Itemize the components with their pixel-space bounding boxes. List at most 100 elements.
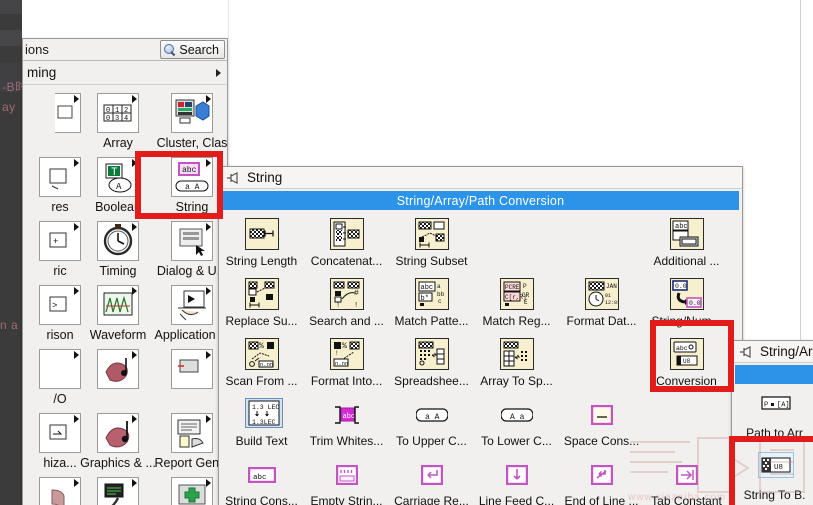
functions-palette-item[interactable]: VI Analyzer <box>81 475 155 505</box>
timing-clock-icon[interactable] <box>97 221 139 261</box>
additional-string-functions-icon[interactable]: abc <box>669 218 704 250</box>
triangle-right-icon[interactable] <box>132 159 137 167</box>
triangle-right-icon[interactable] <box>132 351 137 359</box>
string-constant-icon[interactable]: abc <box>245 462 279 488</box>
structures-icon[interactable] <box>39 157 81 197</box>
string-palette-item[interactable]: String Length <box>219 214 304 274</box>
triangle-right-icon[interactable] <box>206 351 211 359</box>
string-palette-item[interactable]: Tab Constant <box>644 454 729 505</box>
functions-palette-window[interactable]: ions Search ming 0 1 2 0 3 4 Array Cluster, Cla… <box>22 38 230 505</box>
string-palette-window[interactable]: String String/Array/Path Conversion Stri… <box>218 166 743 505</box>
functions-palette-item[interactable]: Cluster, Clas <box>155 91 229 155</box>
functions-palette-item[interactable]: Waveform <box>81 283 155 347</box>
vi-analyzer-icon[interactable] <box>97 477 139 505</box>
string-length-icon[interactable] <box>244 218 279 250</box>
string-to-byte-array-icon[interactable]: U8 <box>757 452 794 478</box>
pin-icon[interactable] <box>225 171 241 185</box>
search-replace-string-icon[interactable]: #!! <box>329 278 364 310</box>
string-palette-item[interactable]: Array To Sp... <box>474 334 559 394</box>
triangle-right-icon[interactable] <box>132 95 137 103</box>
string-palette-item[interactable]: abc U8 Conversion <box>644 334 729 394</box>
functions-palette-item[interactable] <box>23 91 81 155</box>
comparison-icon[interactable]: > <box>39 285 81 325</box>
string-palette-item[interactable]: Space Cons... <box>559 394 644 454</box>
string-palette-item[interactable]: #!! Search and ... <box>304 274 389 334</box>
concatenate-strings-icon[interactable] <box>329 218 364 250</box>
clipped-palette-icon[interactable] <box>55 93 81 133</box>
string-palette-item[interactable]: abc Additional ... <box>644 214 729 274</box>
path-to-array-of-strings-icon[interactable]: P [A] <box>758 390 794 416</box>
triangle-right-icon[interactable] <box>74 223 79 231</box>
empty-string-constant-icon[interactable] <box>330 462 364 488</box>
string-palette-item[interactable]: abc String Cons... <box>219 454 304 505</box>
string-number-conversion-icon[interactable]: 0.0 0.0 <box>669 278 704 310</box>
conversion-subpalette-window[interactable]: String/Ar P [A] Path to Arr U8 String To B. <box>731 340 813 505</box>
conversion-subpalette-item[interactable]: U8 String To B. <box>732 444 813 504</box>
string-palette-item[interactable]: %! n.nn Format Into... <box>304 334 389 394</box>
triangle-right-icon[interactable] <box>132 287 137 295</box>
string-subset-icon[interactable] <box>414 218 449 250</box>
to-lower-case-icon[interactable]: A a <box>500 402 534 428</box>
file-io-icon[interactable] <box>39 349 81 389</box>
string-palette-item[interactable]: Replace Su... <box>219 274 304 334</box>
build-text-icon[interactable]: 1.3 LEC 1.3LEC <box>244 398 283 428</box>
triangle-right-icon[interactable] <box>206 223 211 231</box>
string-palette-item[interactable]: Spreadshee... <box>389 334 474 394</box>
array-to-spreadsheet-string-icon[interactable] <box>499 338 534 370</box>
string-palette-item[interactable]: 0.0 0.0 String/Num... <box>644 274 729 334</box>
trim-whitespace-icon[interactable]: abc <box>330 402 364 428</box>
triangle-right-icon[interactable] <box>74 159 79 167</box>
string-palette-item[interactable]: Carriage Re... <box>389 454 474 505</box>
functions-palette-item[interactable]: Graphics & ... <box>80 411 156 475</box>
pin-icon[interactable] <box>738 345 754 359</box>
end-of-line-constant-icon[interactable] <box>585 462 619 488</box>
carriage-return-constant-icon[interactable] <box>415 462 449 488</box>
triangle-right-icon[interactable] <box>206 95 211 103</box>
triangle-right-icon[interactable] <box>74 415 79 423</box>
graphics-sound-icon[interactable] <box>97 413 139 453</box>
triangle-right-icon[interactable] <box>132 223 137 231</box>
triangle-right-icon[interactable] <box>206 479 211 487</box>
string-palette-item[interactable]: Concatenat... <box>304 214 389 274</box>
report-generation-icon[interactable] <box>171 413 213 453</box>
sound-icon[interactable] <box>97 349 139 389</box>
string-palette-item[interactable]: 1.3 LEC 1.3LEC Build Text <box>219 394 304 454</box>
space-constant-icon[interactable] <box>585 402 619 428</box>
boolean-icon[interactable]: TA <box>97 157 139 197</box>
triangle-right-icon[interactable] <box>74 479 79 487</box>
format-into-string-icon[interactable]: %! n.nn <box>329 338 364 370</box>
functions-palette-item[interactable]: 0 1 2 0 3 4 Array <box>81 91 155 155</box>
string-conversion-icon[interactable]: abc U8 <box>669 338 704 370</box>
triangle-right-icon[interactable] <box>216 69 221 77</box>
breadcrumb[interactable]: ming <box>23 61 227 85</box>
search-button[interactable]: Search <box>160 40 225 59</box>
array-icon[interactable]: 012 034 <box>97 93 139 133</box>
application-control-icon[interactable] <box>171 285 213 325</box>
string-palette-item[interactable]: Empty Strin... <box>304 454 389 505</box>
triangle-right-icon[interactable] <box>74 287 79 295</box>
triangle-right-icon[interactable] <box>74 95 79 103</box>
string-palette-item[interactable]: a A To Upper C... <box>389 394 474 454</box>
string-palette-item[interactable]: % n.nn Scan From ... <box>219 334 304 394</box>
connectivity-icon[interactable] <box>39 477 81 505</box>
triangle-right-icon[interactable] <box>206 415 211 423</box>
replace-substring-icon[interactable] <box>244 278 279 310</box>
string-palette-item[interactable]: abc Trim Whites... <box>304 394 389 454</box>
dialog-user-icon[interactable] <box>171 221 213 261</box>
line-feed-constant-icon[interactable] <box>500 462 534 488</box>
report-gen-icon[interactable] <box>171 349 213 389</box>
triangle-right-icon[interactable] <box>206 287 211 295</box>
match-regular-expression-icon[interactable]: PCRE P C[r,R] CR E <box>499 278 534 310</box>
string-palette-category-bar[interactable]: String/Array/Path Conversion <box>222 191 739 210</box>
functions-palette-item[interactable] <box>81 347 155 411</box>
string-palette-item[interactable]: PCRE P C[r,R] CR E Match Reg... <box>474 274 559 334</box>
string-palette-item[interactable]: End of Line ... <box>559 454 644 505</box>
string-palette-item[interactable]: abc a b* bb c Match Patte... <box>389 274 474 334</box>
tab-constant-icon[interactable] <box>670 462 704 488</box>
string-palette-item[interactable]: String Subset <box>389 214 474 274</box>
cluster-class-icon[interactable] <box>171 93 213 133</box>
match-pattern-icon[interactable]: abc a b* bb c <box>414 278 449 310</box>
spreadsheet-string-to-array-icon[interactable] <box>414 338 449 370</box>
synchronization-icon[interactable] <box>39 413 81 453</box>
waveform-icon[interactable] <box>97 285 139 325</box>
